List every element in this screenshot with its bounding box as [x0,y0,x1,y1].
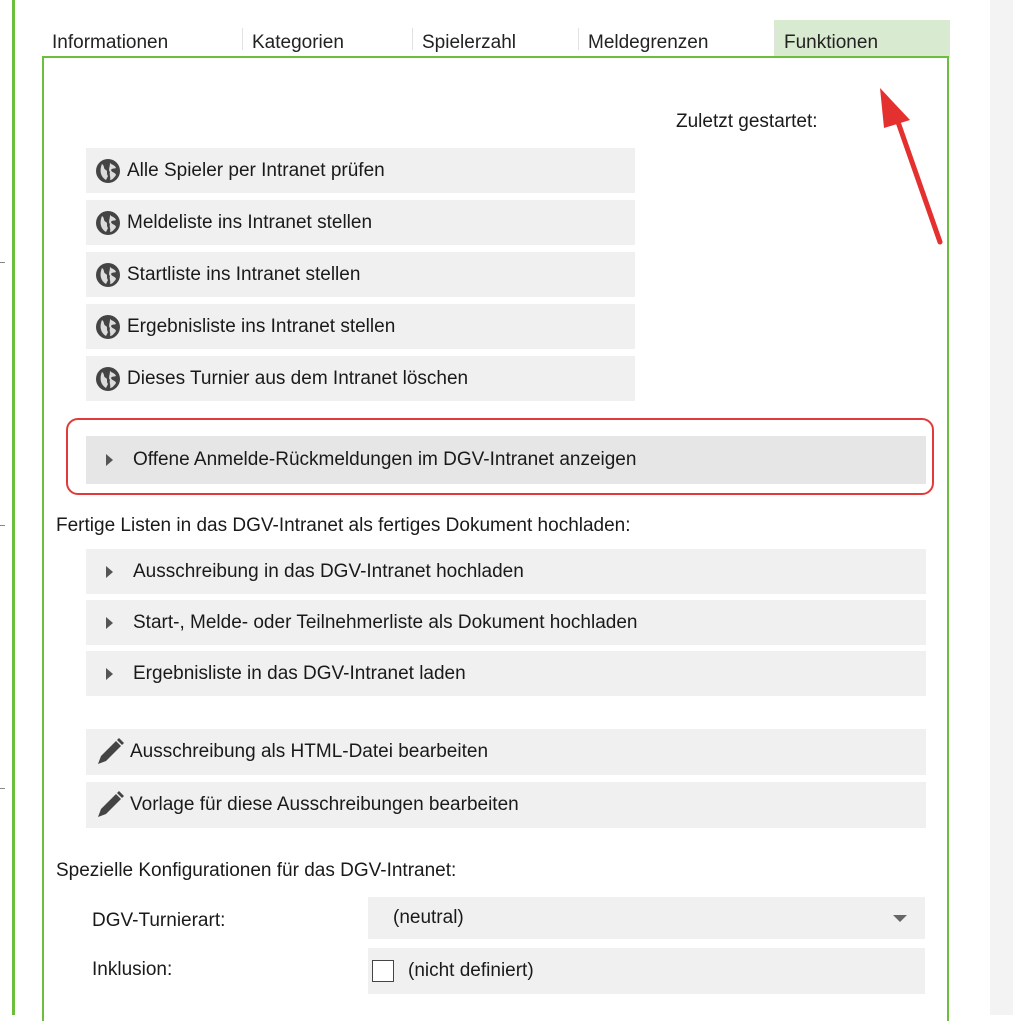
tab-label: Informationen [52,32,169,53]
inclusion-value: (nicht definiert) [408,960,534,981]
button-label: Ausschreibung als HTML-Datei bearbeiten [130,741,489,762]
left-tick [0,262,5,263]
button-label: Ergebnisliste ins Intranet stellen [127,315,396,337]
globe-icon [96,366,120,391]
edit-announcement-html-button[interactable]: Ausschreibung als HTML-Datei bearbeiten [86,729,926,775]
tab-kategorien[interactable]: Kategorien [242,20,412,58]
button-label: Startliste ins Intranet stellen [127,263,361,285]
upload-announcement-button[interactable]: Ausschreibung in das DGV-Intranet hochla… [86,549,926,594]
left-tick [0,525,5,526]
upload-result-list-button[interactable]: Ergebnisliste ins Intranet stellen [86,304,635,349]
pencil-icon [98,791,124,817]
tab-label: Kategorien [252,32,344,53]
play-triangle-icon [106,454,113,466]
tab-spielerzahl[interactable]: Spielerzahl [412,20,578,58]
tournament-type-label: DGV-Turnierart: [92,910,226,931]
upload-section-title: Fertige Listen in das DGV-Intranet als f… [56,515,631,536]
delete-tournament-button[interactable]: Dieses Turnier aus dem Intranet löschen [86,356,635,401]
arrow-annotation-icon [880,88,943,245]
check-all-players-button[interactable]: Alle Spieler per Intranet prüfen [86,148,635,193]
select-value: (neutral) [393,907,464,928]
upload-start-list-button[interactable]: Startliste ins Intranet stellen [86,252,635,297]
tab-meldegrenzen[interactable]: Meldegrenzen [578,20,774,58]
upload-entry-list-button[interactable]: Meldeliste ins Intranet stellen [86,200,635,245]
left-border-line [12,0,15,1015]
button-label: Start-, Melde- oder Teilnehmerliste als … [133,611,638,633]
play-triangle-icon [106,667,113,680]
globe-icon [96,210,120,235]
inclusion-label: Inklusion: [92,959,173,980]
tab-label: Meldegrenzen [588,32,709,53]
pencil-icon [98,738,124,764]
globe-icon [96,262,120,287]
upload-result-document-button[interactable]: Ergebnisliste in das DGV-Intranet laden [86,651,926,696]
tournament-type-select[interactable]: (neutral) [368,897,925,939]
tab-label: Spielerzahl [422,32,516,53]
play-triangle-icon [106,565,113,578]
globe-icon [96,158,120,183]
button-label: Offene Anmelde-Rückmeldungen im DGV-Intr… [133,449,637,470]
button-label: Dieses Turnier aus dem Intranet löschen [127,367,469,389]
config-section-title: Spezielle Konfigurationen für das DGV-In… [56,860,457,881]
upload-list-document-button[interactable]: Start-, Melde- oder Teilnehmerliste als … [86,600,926,645]
edit-template-button[interactable]: Vorlage für diese Ausschreibungen bearbe… [86,782,926,828]
right-gutter [990,0,1013,1015]
left-tick [0,788,5,789]
button-label: Meldeliste ins Intranet stellen [127,211,373,233]
show-open-registrations-button[interactable]: Offene Anmelde-Rückmeldungen im DGV-Intr… [86,436,926,484]
tab-bar: Informationen Kategorien Spielerzahl Mel… [42,20,950,58]
globe-icon [96,314,120,339]
tab-informationen[interactable]: Informationen [42,20,242,58]
inclusion-checkbox[interactable] [372,960,394,982]
button-label: Alle Spieler per Intranet prüfen [127,159,385,181]
tab-funktionen[interactable]: Funktionen [774,20,950,58]
inclusion-checkbox-row: (nicht definiert) [368,948,925,994]
play-triangle-icon [106,616,113,629]
button-label: Ergebnisliste in das DGV-Intranet laden [133,662,466,684]
chevron-down-icon [893,915,907,922]
tab-label: Funktionen [784,32,879,53]
last-started-label: Zuletzt gestartet: [676,111,818,132]
button-label: Vorlage für diese Ausschreibungen bearbe… [130,794,519,815]
button-label: Ausschreibung in das DGV-Intranet hochla… [133,560,524,582]
